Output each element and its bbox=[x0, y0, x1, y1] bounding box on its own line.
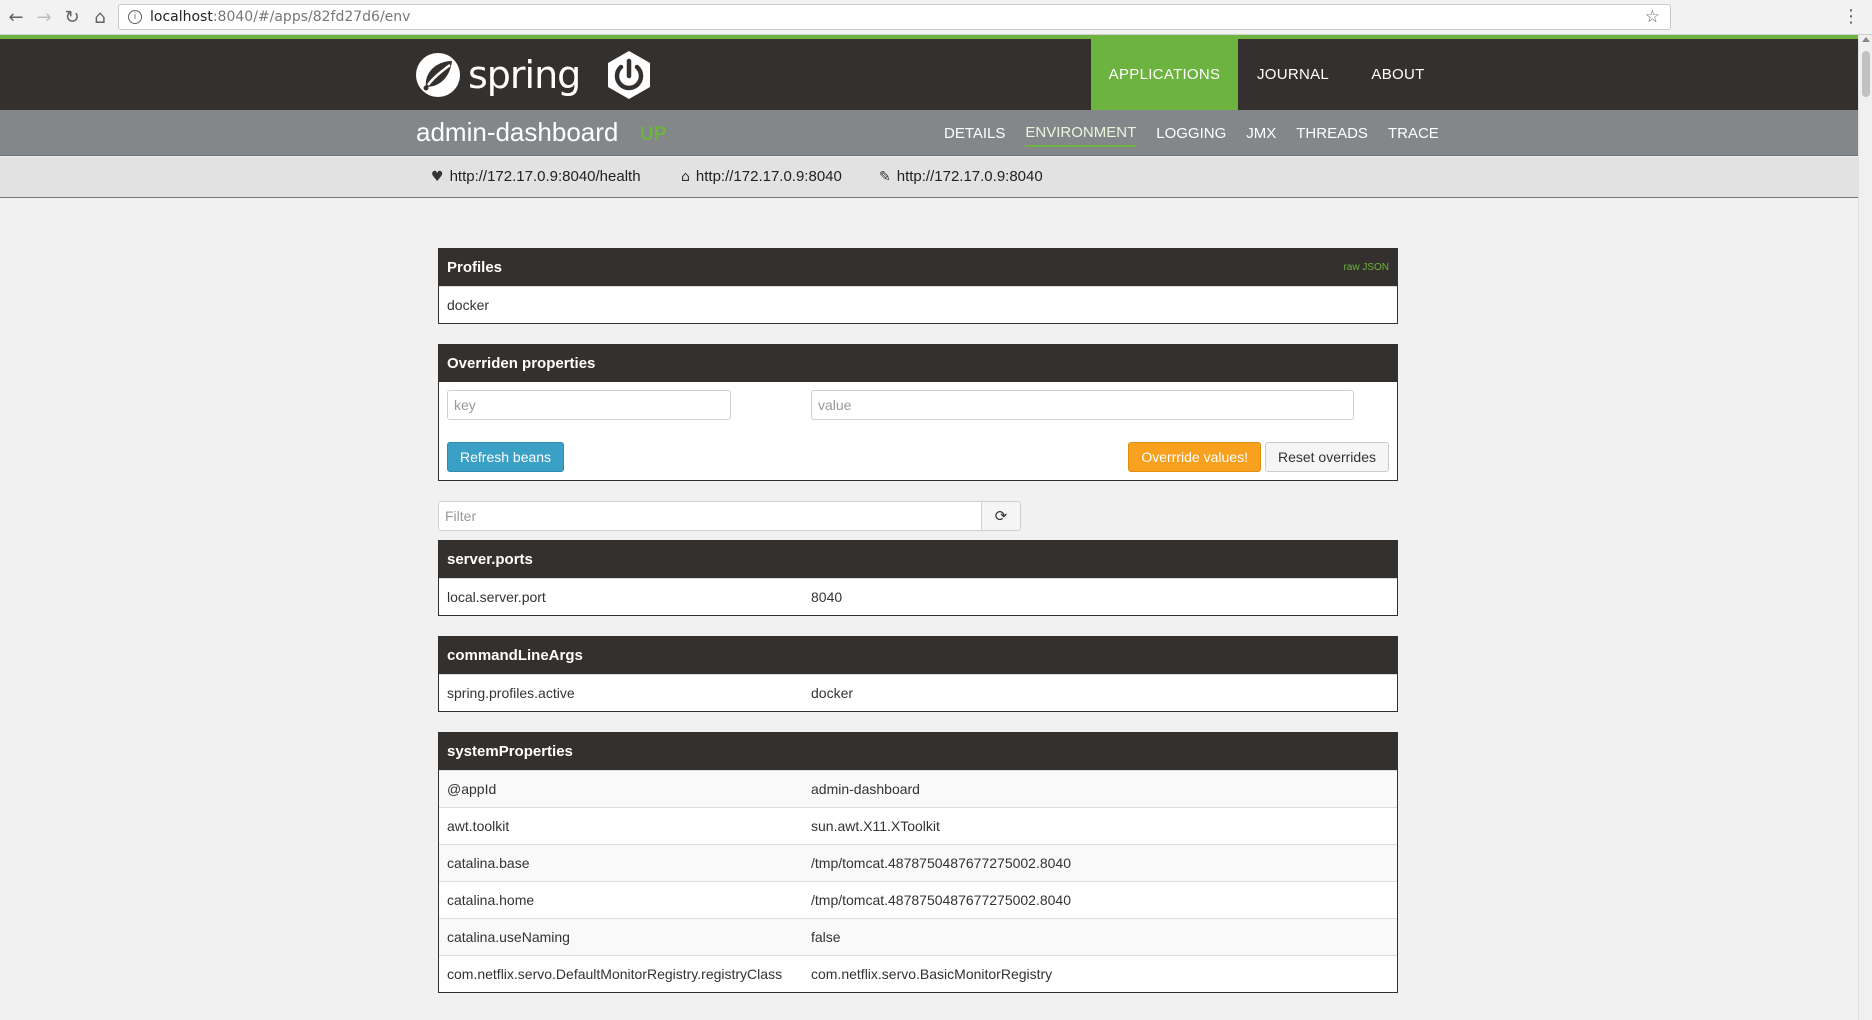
home-url[interactable]: ⌂ http://172.17.0.9:8040 bbox=[681, 168, 842, 185]
property-value: admin-dashboard bbox=[811, 781, 920, 797]
address-bar[interactable]: i localhost:8040/#/apps/82fd27d6/env ☆ bbox=[118, 4, 1671, 30]
back-arrow-icon[interactable]: ← bbox=[2, 3, 30, 31]
refresh-beans-button[interactable]: Refresh beans bbox=[447, 442, 565, 472]
browser-toolbar: ← → ↻ ⌂ i localhost:8040/#/apps/82fd27d6… bbox=[0, 0, 1872, 35]
section-system-properties: systemProperties @appId admin-dashboard … bbox=[438, 732, 1398, 993]
property-row: com.netflix.servo.DefaultMonitorRegistry… bbox=[439, 955, 1397, 992]
override-values-button[interactable]: Overrride values! bbox=[1128, 442, 1261, 472]
heart-icon: ♥ bbox=[431, 168, 444, 185]
tab-threads[interactable]: THREADS bbox=[1296, 121, 1368, 146]
section-title: server.ports bbox=[447, 551, 533, 568]
property-key: catalina.base bbox=[447, 855, 530, 871]
forward-arrow-icon[interactable]: → bbox=[30, 3, 58, 31]
reload-icon[interactable]: ↻ bbox=[58, 3, 86, 31]
app-url-bar: ♥ http://172.17.0.9:8040/health ⌂ http:/… bbox=[0, 157, 1858, 198]
filter-bar: Filter ⟳ bbox=[438, 501, 1398, 531]
nav-about[interactable]: ABOUT bbox=[1348, 39, 1448, 110]
reset-overrides-button[interactable]: Reset overrides bbox=[1264, 442, 1389, 472]
tab-environment[interactable]: ENVIRONMENT bbox=[1025, 120, 1137, 147]
home-icon: ⌂ bbox=[681, 168, 690, 185]
property-row: catalina.base /tmp/tomcat.48787504876772… bbox=[439, 844, 1397, 881]
property-value: com.netflix.servo.BasicMonitorRegistry bbox=[811, 966, 1053, 982]
property-key: @appId bbox=[447, 781, 497, 797]
main-content: Profiles raw JSON docker Overriden prope… bbox=[438, 248, 1398, 1013]
browser-menu-icon[interactable]: ⋮ bbox=[1842, 6, 1860, 27]
url-host: localhost bbox=[150, 9, 213, 25]
brand-text: spring bbox=[468, 53, 581, 97]
section-header: server.ports bbox=[439, 541, 1397, 578]
spring-boot-power-icon bbox=[608, 51, 651, 99]
info-icon[interactable]: i bbox=[128, 10, 142, 24]
profiles-title: Profiles bbox=[447, 259, 503, 276]
property-row: awt.toolkit sun.awt.X11.XToolkit bbox=[439, 807, 1397, 844]
profiles-panel: Profiles raw JSON docker bbox=[438, 248, 1398, 324]
management-url[interactable]: ✎ http://172.17.0.9:8040 bbox=[879, 168, 1043, 185]
bookmark-star-icon[interactable]: ☆ bbox=[1645, 7, 1660, 27]
health-url-text: http://172.17.0.9:8040/health bbox=[449, 168, 641, 185]
section-header: systemProperties bbox=[439, 733, 1397, 770]
property-row: @appId admin-dashboard bbox=[439, 770, 1397, 807]
nav-applications[interactable]: APPLICATIONS bbox=[1091, 39, 1238, 110]
property-value: docker bbox=[811, 685, 854, 701]
property-row: catalina.useNaming false bbox=[439, 918, 1397, 955]
property-value: false bbox=[811, 929, 841, 945]
property-value: /tmp/tomcat.4878750487677275002.8040 bbox=[811, 892, 1071, 908]
management-url-text: http://172.17.0.9:8040 bbox=[896, 168, 1043, 185]
overrides-header: Overriden properties bbox=[439, 345, 1397, 382]
raw-json-link[interactable]: raw JSON bbox=[1343, 262, 1389, 273]
property-key: local.server.port bbox=[447, 589, 546, 605]
property-row: spring.profiles.active docker bbox=[439, 674, 1397, 711]
key-input[interactable]: key bbox=[447, 390, 731, 420]
property-key: awt.toolkit bbox=[447, 818, 510, 834]
property-key: com.netflix.servo.DefaultMonitorRegistry… bbox=[447, 966, 783, 982]
value-input[interactable]: value bbox=[811, 390, 1354, 420]
section-command-line-args: commandLineArgs spring.profiles.active d… bbox=[438, 636, 1398, 712]
page-scrollbar[interactable] bbox=[1858, 35, 1872, 1020]
section-header: commandLineArgs bbox=[439, 637, 1397, 674]
tab-trace[interactable]: TRACE bbox=[1388, 121, 1439, 146]
app-tabs: DETAILS ENVIRONMENT LOGGING JMX THREADS … bbox=[934, 110, 1449, 156]
spring-logo[interactable]: spring bbox=[414, 50, 654, 100]
property-row: local.server.port 8040 bbox=[439, 578, 1397, 615]
home-url-text: http://172.17.0.9:8040 bbox=[695, 168, 842, 185]
status-badge: UP bbox=[640, 124, 667, 145]
tab-details[interactable]: DETAILS bbox=[944, 121, 1005, 146]
filter-input[interactable]: Filter bbox=[438, 501, 982, 531]
refresh-icon[interactable]: ⟳ bbox=[982, 501, 1021, 531]
property-value: sun.awt.X11.XToolkit bbox=[811, 818, 940, 834]
property-key: catalina.home bbox=[447, 892, 535, 908]
property-key: spring.profiles.active bbox=[447, 685, 575, 701]
section-title: systemProperties bbox=[447, 743, 573, 760]
section-server-ports: server.ports local.server.port 8040 bbox=[438, 540, 1398, 616]
spring-leaf-icon bbox=[416, 53, 460, 97]
home-icon[interactable]: ⌂ bbox=[86, 3, 114, 31]
overrides-body: key value Refresh beans Overrride values… bbox=[439, 382, 1397, 480]
profile-value: docker bbox=[447, 297, 490, 313]
main-nav: APPLICATIONS JOURNAL ABOUT bbox=[1091, 39, 1448, 110]
overrides-title: Overriden properties bbox=[447, 355, 596, 372]
scrollbar-thumb[interactable] bbox=[1862, 51, 1870, 97]
property-value: /tmp/tomcat.4878750487677275002.8040 bbox=[811, 855, 1071, 871]
section-title: commandLineArgs bbox=[447, 647, 583, 664]
profiles-header: Profiles raw JSON bbox=[439, 249, 1397, 286]
profile-row: docker bbox=[439, 286, 1397, 323]
property-value: 8040 bbox=[811, 589, 843, 605]
top-header: spring APPLICATIONS JOURNAL ABOUT bbox=[0, 39, 1858, 110]
wrench-icon: ✎ bbox=[879, 168, 891, 185]
health-url[interactable]: ♥ http://172.17.0.9:8040/health bbox=[431, 168, 641, 185]
app-header: admin-dashboard UP DETAILS ENVIRONMENT L… bbox=[0, 110, 1858, 156]
scroll-up-arrow-icon[interactable] bbox=[1862, 37, 1870, 42]
app-name: admin-dashboard bbox=[416, 117, 619, 147]
overrides-panel: Overriden properties key value Refresh b… bbox=[438, 344, 1398, 481]
property-key: catalina.useNaming bbox=[447, 929, 570, 945]
nav-journal[interactable]: JOURNAL bbox=[1238, 39, 1348, 110]
property-row: catalina.home /tmp/tomcat.48787504876772… bbox=[439, 881, 1397, 918]
url-path: :8040/#/apps/82fd27d6/env bbox=[212, 9, 411, 25]
tab-jmx[interactable]: JMX bbox=[1246, 121, 1276, 146]
tab-logging[interactable]: LOGGING bbox=[1156, 121, 1226, 146]
